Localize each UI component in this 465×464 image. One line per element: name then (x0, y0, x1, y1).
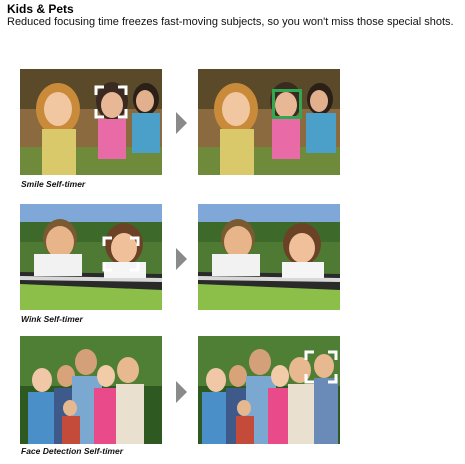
smile-after-photo (198, 69, 340, 175)
right-arrow-icon (176, 112, 187, 134)
focus-bracket-icon (94, 85, 128, 119)
wink-self-timer-caption: Wink Self-timer (21, 314, 83, 324)
focus-box-icon (272, 89, 302, 119)
face-detection-after-photo (198, 336, 340, 444)
section-subtitle: Reduced focusing time freezes fast-movin… (7, 16, 454, 28)
section-title: Kids & Pets (7, 2, 74, 16)
face-detection-self-timer-caption: Face Detection Self-timer (21, 446, 124, 456)
face-detection-before-photo (20, 336, 162, 444)
right-arrow-icon (176, 248, 187, 270)
right-arrow-icon (176, 381, 187, 403)
focus-bracket-icon (304, 350, 338, 384)
smile-self-timer-caption: Smile Self-timer (21, 179, 86, 189)
wink-before-photo (20, 204, 162, 310)
focus-bracket-icon (102, 236, 140, 272)
wink-after-photo (198, 204, 340, 310)
feature-section: Kids & Pets Reduced focusing time freeze… (0, 0, 465, 464)
smile-before-photo (20, 69, 162, 175)
